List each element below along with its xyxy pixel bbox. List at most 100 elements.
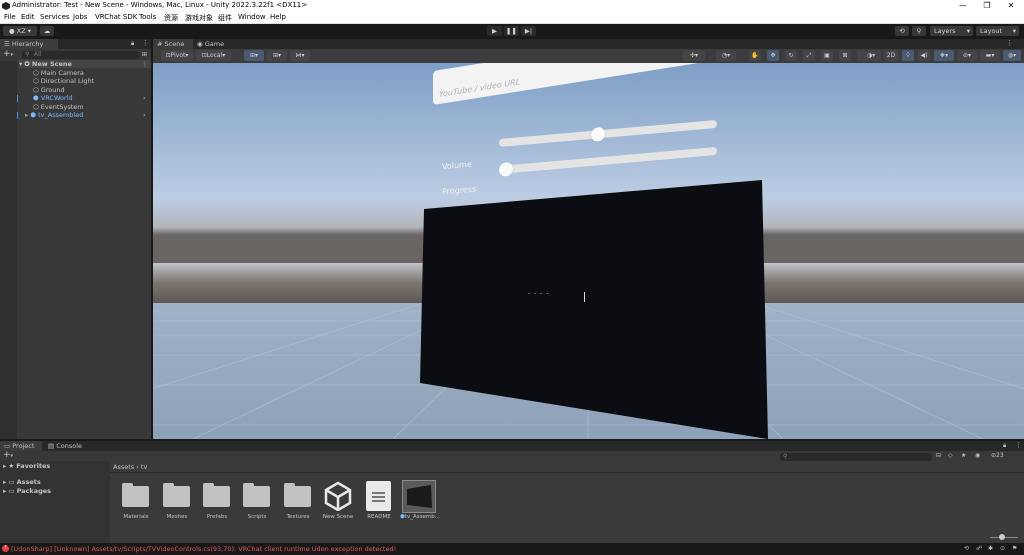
audio-toggle[interactable]: ◀) — [918, 50, 930, 61]
network-icon[interactable]: ☍ — [976, 545, 982, 552]
grid-button[interactable]: ⊞▾ — [267, 50, 287, 61]
gameobject-icon: ⬡ — [33, 69, 39, 77]
layers-dropdown[interactable]: Layers ▾ — [930, 26, 973, 36]
gamepad-icon: ◉ — [197, 40, 203, 48]
hidden-objects-dropdown[interactable]: ⊘▾ — [957, 50, 977, 61]
maximize-button[interactable]: ❐ — [977, 0, 997, 12]
breadcrumb-tv[interactable]: tv — [141, 463, 147, 471]
hierarchy-item-directional-light[interactable]: ⬡ Directional Light — [33, 77, 94, 85]
minimize-button[interactable]: — — [953, 0, 973, 12]
more-options-icon[interactable]: ⋮ — [142, 39, 149, 47]
search-by-type-icon[interactable]: ⊟ — [936, 452, 941, 459]
menu-assets[interactable]: 资源 — [164, 13, 178, 23]
tab-scene[interactable]: # Scene — [153, 39, 193, 49]
hierarchy-item-new-scene[interactable]: ▾ ✪ New Scene ⋮ — [19, 60, 151, 68]
create-asset-button[interactable]: +▾ — [3, 451, 13, 461]
search-icon: ⚲ — [25, 51, 30, 58]
menu-vrchat-sdk[interactable]: VRChat SDK — [95, 13, 137, 21]
more-options-icon[interactable]: ⋮ — [1015, 441, 1022, 449]
tab-console[interactable]: ▤ Console — [44, 441, 90, 451]
menu-window[interactable]: Window — [238, 13, 266, 21]
folder-icon — [203, 483, 230, 507]
menu-component[interactable]: 组件 — [218, 13, 232, 23]
status-message[interactable]: [UdonSharp] [Unknown] Assets/tv/Scripts/… — [11, 545, 396, 553]
tree-item-assets[interactable]: ▸ ▭ Assets — [3, 478, 41, 486]
move-tool-button[interactable]: ✥ — [767, 50, 779, 61]
menu-tools[interactable]: Tools — [139, 13, 156, 21]
menu-gameobject[interactable]: 游戏对象 — [185, 13, 213, 23]
step-button[interactable]: ▶| — [521, 26, 536, 36]
effects-dropdown[interactable]: ❖▾ — [934, 50, 954, 61]
hierarchy-search-input[interactable]: ⚲ All — [22, 51, 140, 59]
close-button[interactable]: ✕ — [1001, 0, 1021, 12]
hidden-packages-icon[interactable]: ⊘23 — [991, 452, 1004, 459]
project-search-input[interactable]: ⚲ — [780, 453, 932, 461]
breadcrumb-assets[interactable]: Assets — [113, 463, 134, 471]
chevron-right-icon[interactable]: › — [143, 94, 146, 102]
menu-services[interactable]: Services — [40, 13, 70, 21]
layout-dropdown[interactable]: Layout ▾ — [976, 26, 1019, 36]
tv-screen-placeholder-text: - - - - — [528, 290, 550, 297]
account-dropdown[interactable]: ● XZ ▾ — [3, 26, 37, 36]
2d-mode-button[interactable]: 2D — [884, 50, 898, 61]
search-by-label-icon[interactable]: ◇ — [948, 452, 953, 459]
debug-icon[interactable]: ✱ — [988, 545, 993, 552]
favorite-search-icon[interactable]: ★ — [961, 452, 966, 459]
draw-mode-button[interactable]: ◔▾ — [716, 50, 736, 61]
gizmos-dropdown[interactable]: ◍▾ — [1003, 50, 1021, 61]
eye-icon[interactable]: ◉ — [975, 452, 980, 459]
expand-arrow-icon: ▸ — [3, 478, 7, 486]
chevron-right-icon: › — [136, 463, 139, 471]
pivot-dropdown[interactable]: ⊡Pivot▾ — [161, 50, 193, 61]
chevron-right-icon[interactable]: › — [143, 111, 146, 119]
shading-mode-button[interactable]: ◑▾ — [861, 50, 881, 61]
tab-hierarchy[interactable]: ☰ Hierarchy — [0, 39, 58, 49]
rect-tool-button[interactable]: ▣ — [821, 50, 833, 61]
scene-panel: # Scene ◉ Game ⋮ ⊡Pivot▾ ⊡Local▾ ⊞▾ ⊞▾ ⋈… — [153, 39, 1024, 439]
increment-snap-button[interactable]: ⋈▾ — [290, 50, 310, 61]
notification-icon[interactable]: ⚑ — [1012, 545, 1017, 552]
scene-viewport[interactable]: YouTube / video URL Volume Progress - - … — [153, 63, 1024, 439]
grid-snap-button[interactable]: ⊞▾ — [244, 50, 264, 61]
rotate-tool-button[interactable]: ↻ — [785, 50, 797, 61]
hierarchy-item-vrcworld[interactable]: ⬢ VRCWorld › — [33, 94, 151, 102]
prefab-indicator — [17, 112, 18, 119]
play-button[interactable]: ▶ — [487, 26, 502, 36]
icon-size-slider-handle[interactable] — [999, 534, 1005, 540]
light-bulb-icon: 💡︎ — [905, 52, 911, 59]
create-button[interactable]: +▾ — [3, 50, 13, 60]
folder-icon — [122, 483, 149, 507]
more-options-icon[interactable]: ⋮ — [1006, 39, 1013, 47]
pause-button[interactable]: ❚❚ — [504, 26, 519, 36]
scale-tool-button[interactable]: ⤢ — [803, 50, 815, 61]
menu-help[interactable]: Help — [270, 13, 286, 21]
tree-item-favorites[interactable]: ▸ ★ Favorites — [3, 462, 50, 470]
hierarchy-item-eventsystem[interactable]: ⬡ EventSystem — [33, 103, 84, 111]
camera-dropdown[interactable]: ▬▾ — [980, 50, 1000, 61]
hierarchy-item-ground[interactable]: ⬡ Ground — [33, 86, 65, 94]
cache-icon[interactable]: ⊙ — [1000, 545, 1005, 552]
lock-icon[interactable]: 🔒︎ — [1003, 442, 1006, 450]
console-icon: ▤ — [48, 442, 55, 450]
menu-jobs[interactable]: Jobs — [73, 13, 87, 21]
menu-file[interactable]: File — [4, 13, 16, 21]
local-dropdown[interactable]: ⊡Local▾ — [196, 50, 231, 61]
search-button[interactable]: ⚲ — [912, 26, 926, 36]
hierarchy-gutter — [0, 61, 17, 439]
hierarchy-item-tv-assembled[interactable]: ▸ ⬢ tv_Assembled › — [25, 111, 151, 119]
chevron-down-icon: ▾ — [1012, 27, 1016, 35]
tab-game[interactable]: ◉ Game — [193, 39, 233, 49]
lighting-toggle[interactable]: 💡︎ — [902, 50, 914, 61]
search-options-icon[interactable]: ⊞ — [142, 51, 147, 58]
hand-tool-button[interactable]: ✋ — [749, 50, 761, 61]
orientation-button[interactable]: ✣▾ — [683, 50, 705, 61]
transform-tool-button[interactable]: ⊠ — [839, 50, 851, 61]
tree-item-packages[interactable]: ▸ ▭ Packages — [3, 487, 51, 495]
hierarchy-item-main-camera[interactable]: ⬡ Main Camera — [33, 69, 84, 77]
more-options-icon[interactable]: ⋮ — [141, 60, 148, 68]
history-button[interactable]: ⟲ — [895, 26, 909, 36]
cloud-button[interactable]: ☁ — [40, 26, 54, 36]
rotate-icon: ↻ — [788, 52, 794, 59]
lock-icon[interactable]: 🔒︎ — [131, 40, 134, 48]
menu-edit[interactable]: Edit — [21, 13, 35, 21]
